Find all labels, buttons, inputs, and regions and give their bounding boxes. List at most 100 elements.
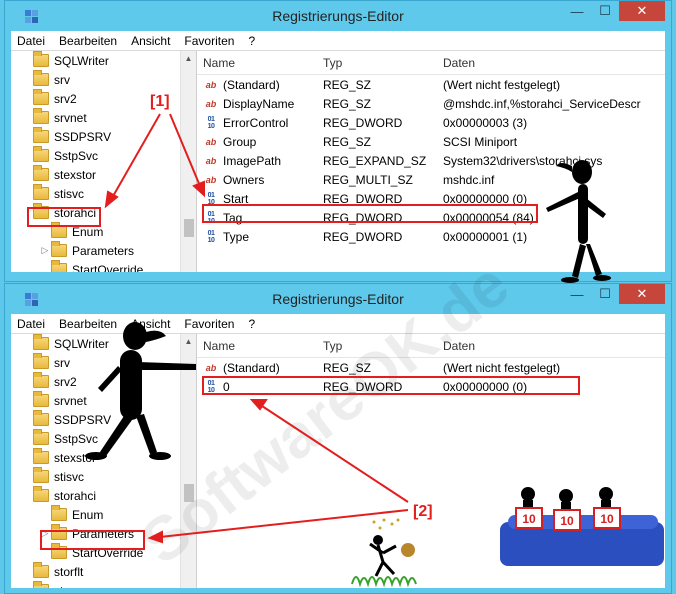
tree-item-label: srvnet: [54, 393, 87, 408]
folder-icon: [33, 410, 49, 426]
registry-value-row[interactable]: 01 10 0 REG_DWORD 0x00000000 (0): [197, 377, 665, 396]
tree-item[interactable]: SQLWriter: [11, 51, 196, 70]
tree-item[interactable]: stexstor: [11, 165, 196, 184]
tree-item-label: StartOverride: [72, 545, 144, 560]
tree-scrollbar[interactable]: ▲: [180, 51, 196, 272]
folder-icon: [33, 165, 49, 181]
maximize-button[interactable]: ☐: [591, 284, 619, 304]
tree-item[interactable]: srv2: [11, 89, 196, 108]
value-type: REG_DWORD: [323, 229, 403, 244]
tree-item-label: storflt: [54, 564, 84, 579]
tree-item[interactable]: stexstor: [11, 448, 196, 467]
column-data[interactable]: Daten: [443, 56, 475, 70]
tree-item[interactable]: StartOverride: [11, 543, 196, 562]
expander-icon[interactable]: ▷: [39, 245, 51, 256]
tree-item[interactable]: ▷ Parameters: [11, 524, 196, 543]
folder-icon: [51, 543, 67, 559]
registry-value-row[interactable]: ab ImagePath REG_EXPAND_SZ System32\drivers…: [197, 151, 665, 170]
folder-icon: [33, 429, 49, 445]
registry-value-row[interactable]: 01 10 Type REG_DWORD 0x00000001 (1): [197, 227, 665, 246]
value-name-cell: 01 10 ErrorControl: [197, 116, 323, 130]
tree-item[interactable]: Enum: [11, 222, 196, 241]
registry-tree: SQLWriter srv srv2 srvnet SSDPSRV SstpSvc stex…: [11, 51, 197, 272]
tree-item[interactable]: stisvc: [11, 184, 196, 203]
scroll-up-icon[interactable]: ▲: [181, 334, 196, 350]
string-value-icon: ab: [205, 362, 217, 373]
maximize-button[interactable]: ☐: [591, 1, 619, 21]
registry-value-row[interactable]: 01 10 ErrorControl REG_DWORD 0x00000003 (3): [197, 113, 665, 132]
value-type: REG_DWORD: [323, 191, 403, 206]
registry-value-row[interactable]: ab Group REG_SZ SCSI Miniport: [197, 132, 665, 151]
value-type: REG_SZ: [323, 134, 372, 149]
menu-datei[interactable]: Datei: [17, 317, 45, 331]
registry-value-row[interactable]: 01 10 Tag REG_DWORD 0x00000054 (84): [197, 208, 665, 227]
menu-ansicht[interactable]: Ansicht: [131, 34, 170, 48]
registry-value-row[interactable]: 01 10 Start REG_DWORD 0x00000000 (0): [197, 189, 665, 208]
value-name: (Standard): [223, 360, 280, 375]
value-data: (Wert nicht festgelegt): [443, 77, 561, 92]
value-data: SCSI Miniport: [443, 134, 518, 149]
tree-item[interactable]: storahci: [11, 203, 196, 222]
close-button[interactable]: ✕: [619, 1, 665, 21]
regedit-window-2: Registrierungs-Editor — ☐ ✕ Datei Bearbe…: [4, 283, 672, 594]
title-bar[interactable]: Registrierungs-Editor — ☐ ✕: [5, 1, 671, 31]
tree-item-label: SstpSvc: [54, 148, 99, 163]
tree-item-label: SQLWriter: [54, 53, 109, 68]
expander-icon[interactable]: ▷: [39, 528, 51, 539]
tree-item[interactable]: srv2: [11, 372, 196, 391]
close-button[interactable]: ✕: [619, 284, 665, 304]
minimize-button[interactable]: —: [563, 1, 591, 21]
tree-item[interactable]: SQLWriter: [11, 334, 196, 353]
registry-value-row[interactable]: ab (Standard) REG_SZ (Wert nicht festgelegt…: [197, 75, 665, 94]
tree-item[interactable]: SSDPSRV: [11, 127, 196, 146]
tree-item[interactable]: srv: [11, 70, 196, 89]
tree-item[interactable]: Enum: [11, 505, 196, 524]
minimize-button[interactable]: —: [563, 284, 591, 304]
value-type: REG_DWORD: [323, 379, 403, 394]
menu-bearbeiten[interactable]: Bearbeiten: [59, 34, 117, 48]
registry-value-row[interactable]: ab (Standard) REG_SZ (Wert nicht festgelegt…: [197, 358, 665, 377]
tree-item[interactable]: SSDPSRV: [11, 410, 196, 429]
tree-item[interactable]: StartOverride: [11, 260, 196, 272]
regedit-window-1: Registrierungs-Editor — ☐ ✕ Datei Bearbe…: [4, 0, 672, 282]
tree-item-label: SSDPSRV: [54, 412, 112, 427]
tree-item[interactable]: storflt: [11, 562, 196, 581]
value-type: REG_SZ: [323, 77, 372, 92]
menu-ansicht[interactable]: Ansicht: [131, 317, 170, 331]
menu-favoriten[interactable]: Favoriten: [184, 34, 234, 48]
menu-help[interactable]: ?: [248, 34, 255, 48]
menu-help[interactable]: ?: [248, 317, 255, 331]
tree-item-label: Enum: [72, 224, 104, 239]
tree-item[interactable]: srv: [11, 353, 196, 372]
scroll-up-icon[interactable]: ▲: [181, 51, 196, 67]
value-name: Type: [223, 229, 250, 244]
menu-bearbeiten[interactable]: Bearbeiten: [59, 317, 117, 331]
tree-item[interactable]: SstpSvc: [11, 429, 196, 448]
value-data: 0x00000000 (0): [443, 379, 528, 394]
tree-item[interactable]: ▷ Parameters: [11, 241, 196, 260]
menu-favoriten[interactable]: Favoriten: [184, 317, 234, 331]
column-type[interactable]: Typ: [323, 339, 443, 353]
value-name-cell: ab DisplayName: [197, 97, 323, 111]
tree-scrollbar[interactable]: ▲: [180, 334, 196, 588]
menu-datei[interactable]: Datei: [17, 34, 45, 48]
column-data[interactable]: Daten: [443, 339, 475, 353]
tree-item-label: stexstor: [54, 450, 97, 465]
scroll-thumb[interactable]: [184, 219, 194, 237]
tree-item[interactable]: stornvme: [11, 581, 196, 588]
registry-value-row[interactable]: ab Owners REG_MULTI_SZ mshdc.inf: [197, 170, 665, 189]
column-type[interactable]: Typ: [323, 56, 443, 70]
scroll-thumb[interactable]: [184, 484, 194, 502]
tree-item[interactable]: SstpSvc: [11, 146, 196, 165]
tree-item-label: Parameters: [72, 243, 135, 258]
column-name[interactable]: Name: [197, 339, 323, 353]
registry-value-row[interactable]: ab DisplayName REG_SZ @mshdc.inf,%storahci_…: [197, 94, 665, 113]
tree-item[interactable]: stisvc: [11, 467, 196, 486]
tree-item[interactable]: srvnet: [11, 391, 196, 410]
column-name[interactable]: Name: [197, 56, 323, 70]
tree-item[interactable]: srvnet: [11, 108, 196, 127]
value-data: 0x00000003 (3): [443, 115, 528, 130]
tree-item[interactable]: storahci: [11, 486, 196, 505]
tree-item-label: srv: [54, 355, 70, 370]
title-bar[interactable]: Registrierungs-Editor — ☐ ✕: [5, 284, 671, 314]
